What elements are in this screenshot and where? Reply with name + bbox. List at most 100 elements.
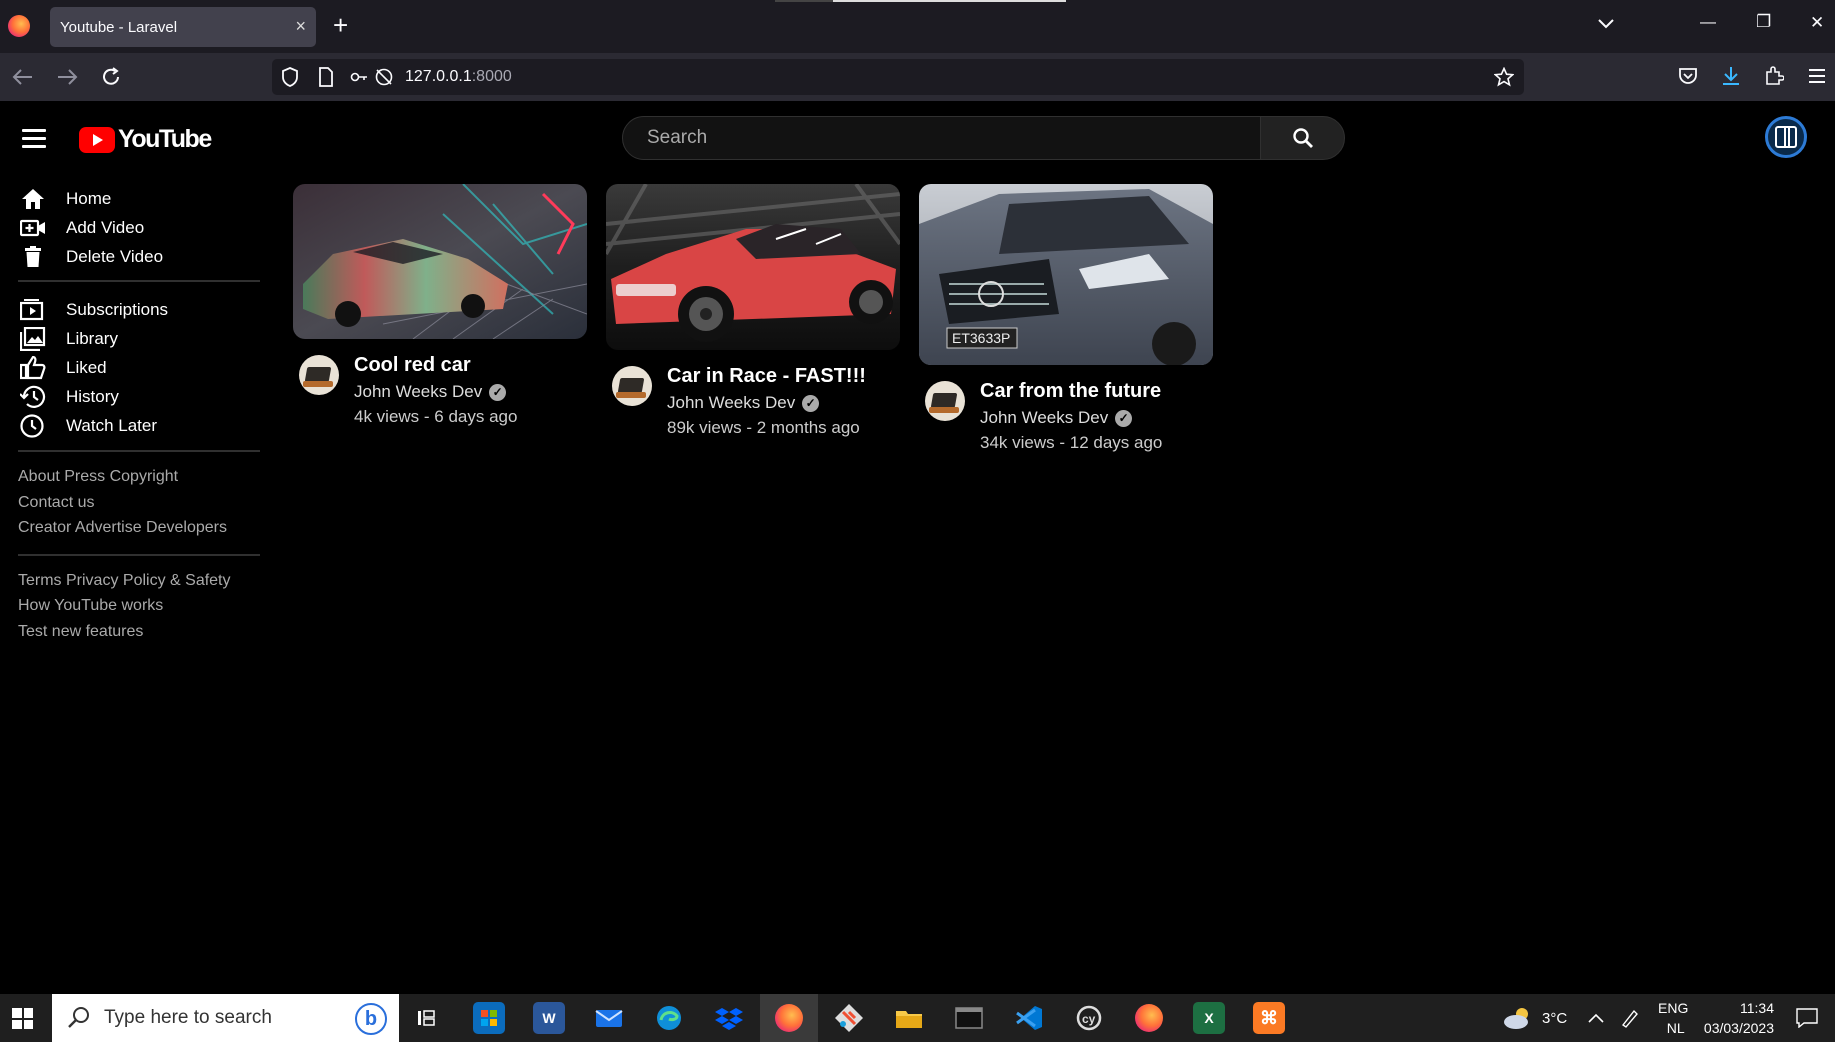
edge-icon[interactable] [653, 1002, 685, 1034]
notification-icon[interactable] [1796, 994, 1818, 1042]
clock-date: 03/03/2023 [1703, 1020, 1774, 1036]
excel-icon[interactable]: X [1193, 1002, 1225, 1034]
browser-tab-bar: Youtube - Laravel × + — ❐ ✕ [0, 0, 1835, 53]
tracking-protection-icon[interactable] [374, 67, 394, 87]
thumbs-up-icon [20, 355, 46, 379]
firefox-icon[interactable] [8, 15, 30, 37]
tab-close-icon[interactable]: × [295, 16, 306, 37]
search-input[interactable] [622, 116, 1261, 160]
sidebar-item-label: Library [66, 328, 118, 348]
channel-avatar[interactable] [925, 381, 965, 421]
video-title[interactable]: Car from the future [980, 379, 1213, 403]
video-title[interactable]: Car in Race - FAST!!! [667, 364, 900, 388]
url-bar[interactable]: 127.0.0.1:8000 [272, 59, 1524, 95]
channel-name-text: John Weeks Dev [667, 393, 796, 412]
sidebar-item-liked[interactable]: Liked [18, 353, 260, 382]
downloads-icon[interactable] [1721, 65, 1741, 87]
footer-link[interactable]: Creator Advertise Developers [18, 515, 260, 541]
weather-temp: 3°C [1542, 1009, 1568, 1027]
lang-bottom: NL [1666, 1020, 1685, 1036]
sidebar-item-label: History [66, 386, 119, 406]
url-host: 127.0.0.1 [405, 68, 472, 85]
url-text[interactable]: 127.0.0.1:8000 [405, 68, 512, 86]
footer-link[interactable]: Test new features [18, 619, 260, 645]
windows-taskbar: Type here to search b W cy X ⌘ 3°C ENG N… [0, 994, 1835, 1042]
shield-icon[interactable] [281, 67, 299, 87]
task-view-icon[interactable] [412, 1002, 444, 1034]
video-thumbnail[interactable] [606, 184, 900, 350]
sidebar-item-home[interactable]: Home [18, 184, 260, 213]
user-avatar[interactable] [1765, 116, 1807, 158]
git-icon[interactable] [833, 1002, 865, 1034]
bing-icon[interactable]: b [355, 1003, 387, 1035]
home-icon [22, 188, 44, 209]
channel-avatar[interactable] [612, 366, 652, 406]
video-title[interactable]: Cool red car [354, 353, 587, 377]
video-thumbnail[interactable] [293, 184, 587, 339]
weather-widget[interactable]: 3°C [1502, 994, 1567, 1042]
channel-name[interactable]: John Weeks Dev ✓ [354, 382, 587, 402]
footer-link[interactable]: Terms Privacy Policy & Safety [18, 568, 260, 594]
terminal-icon[interactable] [953, 1002, 985, 1034]
thumbnail-image-synthwave-car [293, 184, 587, 339]
key-icon[interactable] [350, 68, 368, 86]
tab-list-chevron-icon[interactable] [1597, 18, 1615, 30]
sidebar-footer-links: About Press Copyright Contact us Creator… [18, 464, 260, 541]
browser-tab[interactable]: Youtube - Laravel × [50, 7, 316, 47]
cypress-icon[interactable]: cy [1073, 1002, 1105, 1034]
sidebar-item-history[interactable]: History [18, 382, 260, 411]
cloud-weather-icon [1504, 1008, 1528, 1029]
channel-name[interactable]: John Weeks Dev ✓ [980, 408, 1213, 428]
sidebar-divider [18, 280, 260, 282]
page-icon[interactable] [318, 67, 334, 87]
pen-icon[interactable] [1620, 994, 1640, 1042]
extensions-icon[interactable] [1764, 65, 1784, 87]
language-indicator[interactable]: ENG NL [1658, 994, 1688, 1042]
channel-name[interactable]: John Weeks Dev ✓ [667, 393, 900, 413]
firefox-icon[interactable] [1133, 1002, 1165, 1034]
sidebar-item-watch-later[interactable]: Watch Later [18, 411, 260, 440]
xampp-icon[interactable]: ⌘ [1253, 1002, 1285, 1034]
video-thumbnail[interactable]: ET3633P [919, 184, 1213, 365]
taskbar-search-box[interactable]: Type here to search b [52, 994, 399, 1042]
reload-icon[interactable] [100, 66, 122, 88]
pocket-icon[interactable] [1678, 66, 1698, 86]
tray-overflow-chevron-icon[interactable] [1588, 994, 1604, 1042]
store-icon[interactable] [473, 1002, 505, 1034]
firefox-taskbar-button[interactable] [760, 994, 818, 1042]
file-explorer-icon[interactable] [893, 1002, 925, 1034]
bookmark-star-icon[interactable] [1494, 67, 1514, 87]
hamburger-menu-icon[interactable] [22, 129, 46, 149]
word-icon[interactable]: W [533, 1002, 565, 1034]
footer-link[interactable]: How YouTube works [18, 593, 260, 619]
restore-button[interactable]: ❐ [1756, 12, 1771, 32]
sidebar-item-library[interactable]: Library [18, 324, 260, 353]
footer-link[interactable]: About Press Copyright [18, 464, 260, 490]
search-button[interactable] [1260, 116, 1345, 160]
video-card[interactable]: ET3633P Car from the future John Weeks D… [919, 184, 1213, 453]
sidebar-item-delete-video[interactable]: Delete Video [18, 242, 260, 271]
footer-link[interactable]: Contact us [18, 490, 260, 516]
menu-icon[interactable] [1808, 68, 1826, 84]
clock[interactable]: 11:34 03/03/2023 [1700, 994, 1774, 1042]
verified-check-icon: ✓ [489, 383, 507, 401]
license-plate: ET3633P [952, 330, 1010, 346]
windows-start-icon[interactable] [12, 1008, 33, 1029]
back-arrow-icon[interactable] [12, 68, 34, 86]
search-icon [1292, 128, 1313, 148]
channel-avatar[interactable] [299, 355, 339, 395]
youtube-logo[interactable]: YouTube [79, 125, 212, 154]
sidebar-item-subscriptions[interactable]: Subscriptions [18, 295, 260, 324]
vscode-icon[interactable] [1013, 1002, 1045, 1034]
new-tab-button[interactable]: + [333, 10, 348, 41]
mail-icon[interactable] [593, 1002, 625, 1034]
close-window-button[interactable]: ✕ [1810, 13, 1824, 33]
video-card[interactable]: Car in Race - FAST!!! John Weeks Dev ✓ 89… [606, 184, 900, 438]
forward-arrow-icon[interactable] [56, 68, 78, 86]
sidebar-item-label: Watch Later [66, 415, 158, 435]
dropbox-icon[interactable] [713, 1002, 745, 1034]
trash-icon [25, 245, 41, 267]
video-card[interactable]: Cool red car John Weeks Dev ✓ 4k views - … [293, 184, 587, 427]
minimize-button[interactable]: — [1700, 14, 1716, 32]
sidebar-item-add-video[interactable]: Add Video [18, 213, 260, 242]
